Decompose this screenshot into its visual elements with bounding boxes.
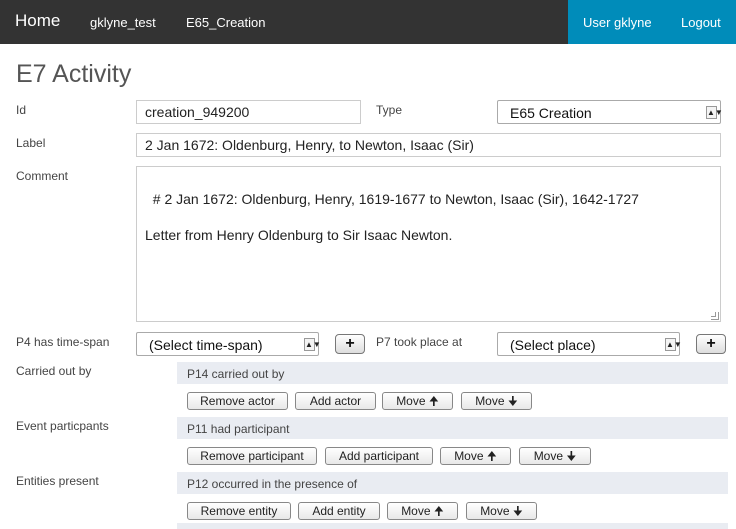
move-down-entity-button[interactable]: Move 🠋 bbox=[466, 502, 537, 520]
id-input[interactable]: creation_949200 bbox=[136, 100, 361, 124]
entities-header: P12 occurred in the presence of bbox=[177, 472, 728, 494]
nav-collection-link[interactable]: gklyne_test bbox=[90, 15, 156, 30]
resize-handle-icon[interactable] bbox=[711, 312, 719, 320]
participants-header: P11 had participant bbox=[177, 417, 728, 439]
place-label: P7 took place at bbox=[376, 335, 463, 349]
add-actor-button[interactable]: Add actor bbox=[295, 392, 376, 410]
move-down-participant-button[interactable]: Move 🠋 bbox=[519, 447, 591, 465]
comment-textarea[interactable]: # 2 Jan 1672: Oldenburg, Henry, 1619-167… bbox=[136, 166, 721, 322]
event-participants-label: Event particpants bbox=[16, 419, 109, 433]
label-label: Label bbox=[16, 136, 46, 150]
top-nav-bar: Home gklyne_test E65_Creation User gklyn… bbox=[0, 0, 736, 44]
page-title: E7 Activity bbox=[16, 60, 132, 88]
add-participant-button[interactable]: Add participant bbox=[325, 447, 433, 465]
nav-logout-link[interactable]: Logout bbox=[681, 15, 721, 30]
move-up-participant-button[interactable]: Move 🠉 bbox=[440, 447, 511, 465]
add-timespan-button[interactable]: + bbox=[335, 334, 365, 354]
nav-type-link[interactable]: E65_Creation bbox=[186, 15, 266, 30]
entities-present-label: Entities present bbox=[16, 474, 99, 488]
nav-home-link[interactable]: Home bbox=[15, 11, 60, 31]
move-down-actor-button[interactable]: Move 🠋 bbox=[461, 392, 532, 410]
nav-user-area: User gklyne Logout bbox=[568, 0, 736, 44]
timespan-select[interactable]: (Select time-span) ▲▼ bbox=[136, 332, 321, 356]
type-label: Type bbox=[376, 103, 403, 117]
select-arrow-icon: ▲▼ bbox=[304, 338, 321, 351]
select-arrow-icon: ▲▼ bbox=[665, 338, 682, 351]
move-up-actor-button[interactable]: Move 🠉 bbox=[382, 392, 453, 410]
id-label: Id bbox=[16, 103, 27, 117]
place-select-value: (Select place) bbox=[510, 337, 596, 353]
carried-out-by-label: Carried out by bbox=[16, 364, 92, 378]
place-select[interactable]: (Select place) ▲▼ bbox=[497, 332, 682, 356]
remove-actor-button[interactable]: Remove actor bbox=[187, 392, 288, 410]
add-entity-button[interactable]: Add entity bbox=[298, 502, 380, 520]
comment-text: # 2 Jan 1672: Oldenburg, Henry, 1619-167… bbox=[145, 191, 639, 243]
entities-group-footer bbox=[177, 523, 728, 529]
carried-out-by-header: P14 carried out by bbox=[177, 362, 728, 384]
remove-entity-button[interactable]: Remove entity bbox=[187, 502, 291, 520]
comment-label: Comment bbox=[16, 169, 69, 183]
add-place-button[interactable]: + bbox=[696, 334, 726, 354]
timespan-label: P4 has time-span bbox=[16, 335, 110, 349]
type-select-value: E65 Creation bbox=[510, 105, 592, 121]
label-input[interactable]: 2 Jan 1672: Oldenburg, Henry, to Newton,… bbox=[136, 133, 721, 157]
select-arrow-icon: ▲▼ bbox=[706, 106, 723, 119]
move-up-entity-button[interactable]: Move 🠉 bbox=[387, 502, 458, 520]
timespan-select-value: (Select time-span) bbox=[149, 337, 263, 353]
remove-participant-button[interactable]: Remove participant bbox=[187, 447, 317, 465]
nav-user-link[interactable]: User gklyne bbox=[583, 15, 652, 30]
type-select[interactable]: E65 Creation ▲▼ bbox=[497, 100, 723, 124]
